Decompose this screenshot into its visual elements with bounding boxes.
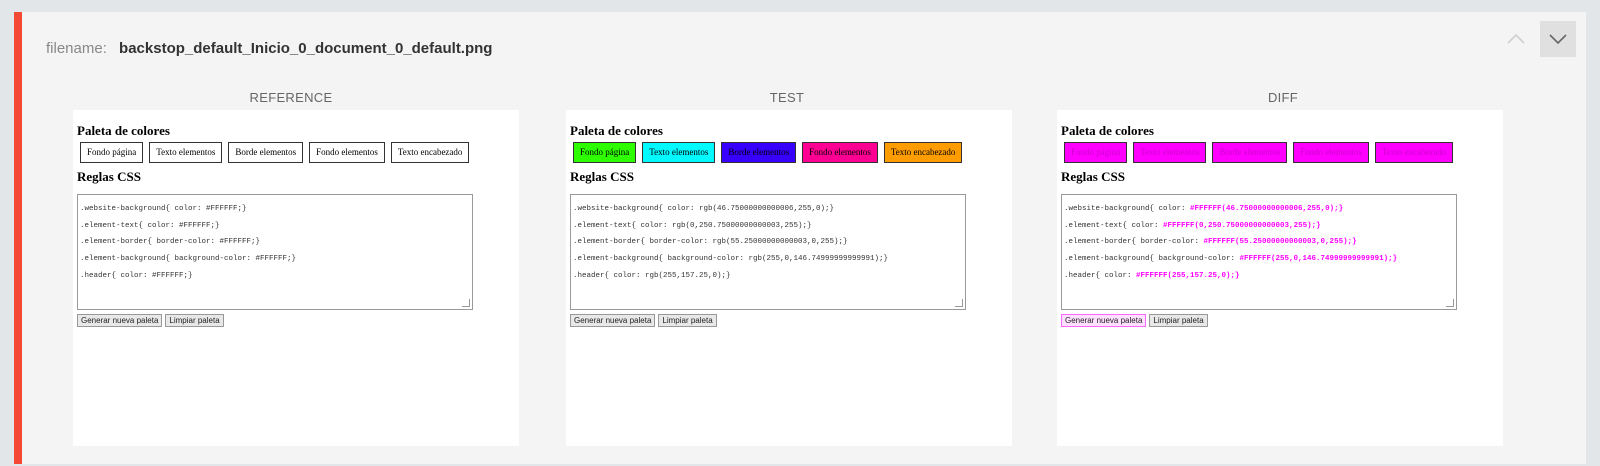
color-swatch: Texto elementos bbox=[149, 142, 223, 163]
paleta-heading: Paleta de colores bbox=[1061, 123, 1154, 138]
clear-palette-button: Limpiar paleta bbox=[1149, 314, 1208, 327]
expand-button[interactable] bbox=[1540, 21, 1576, 57]
filename-label: filename: bbox=[46, 40, 107, 57]
clear-palette-button: Limpiar paleta bbox=[658, 314, 717, 327]
column-title-reference: REFERENCE bbox=[249, 90, 333, 105]
css-rule-line: .element-background{ background-color: r… bbox=[573, 255, 889, 264]
chevron-up-icon bbox=[1507, 33, 1525, 44]
css-rule-line: .element-border{ border-color: #FFFFFF;} bbox=[80, 238, 261, 247]
clear-palette-button: Limpiar paleta bbox=[165, 314, 224, 327]
css-rules-textarea: .website-background{ color: rgb(46.75000… bbox=[570, 194, 966, 310]
reglas-heading: Reglas CSS bbox=[1061, 169, 1125, 184]
color-swatch: Fondo elementos bbox=[309, 142, 385, 163]
css-rule-line: .website-background{ color: #FFFFFF(46.7… bbox=[1064, 205, 1344, 213]
color-swatch: Fondo página bbox=[1064, 142, 1128, 163]
color-swatches: Fondo página Texto elementos Borde element… bbox=[1064, 142, 1454, 163]
css-rule-line: .element-border{ border-color: rgb(55.25… bbox=[573, 238, 848, 247]
css-rule-line: .header{ color: rgb(255,157.25,0);} bbox=[573, 271, 731, 280]
css-rule-line: .element-border{ border-color: #FFFFFF(5… bbox=[1064, 238, 1357, 247]
css-rule-line: .element-text{ color: #FFFFFF(0,250.7500… bbox=[1064, 221, 1321, 230]
color-swatch: Fondo elementos bbox=[1293, 142, 1369, 163]
scenario-card: filename: backstop_default_Inicio_0_docu… bbox=[14, 12, 1586, 464]
css-rule-line: .element-background{ background-color: #… bbox=[1064, 255, 1398, 264]
filename-value: backstop_default_Inicio_0_document_0_def… bbox=[119, 40, 493, 57]
color-swatch: Texto elementos bbox=[642, 142, 716, 163]
resize-grip-icon bbox=[462, 299, 470, 307]
color-swatch: Fondo elementos bbox=[802, 142, 878, 163]
column-title-test: TEST bbox=[769, 90, 805, 105]
color-swatch: Fondo página bbox=[573, 142, 637, 163]
chevron-down-icon bbox=[1549, 34, 1567, 45]
reference-image[interactable]: Paleta de colores Fondo página Texto eleme… bbox=[73, 110, 519, 446]
resize-grip-icon bbox=[1446, 299, 1454, 307]
color-swatch: Borde elementos bbox=[721, 142, 797, 163]
css-rule-line: .element-text{ color: rgb(0,250.75000000… bbox=[573, 221, 812, 230]
resize-grip-icon bbox=[955, 299, 963, 307]
color-swatch: Texto encabezado bbox=[883, 142, 963, 163]
color-swatch: Texto elementos bbox=[1133, 142, 1207, 163]
css-rules-textarea: .website-background{ color: #FFFFFF;} .el… bbox=[77, 194, 473, 310]
collapse-button[interactable] bbox=[1498, 21, 1534, 57]
css-rule-line: .element-background{ background-color: #… bbox=[80, 255, 297, 264]
color-swatch: Texto encabezado bbox=[390, 142, 470, 163]
color-swatch: Borde elementos bbox=[1212, 142, 1288, 163]
paleta-heading: Paleta de colores bbox=[77, 123, 170, 138]
reglas-heading: Reglas CSS bbox=[77, 169, 141, 184]
generate-palette-button: Generar nueva paleta bbox=[570, 314, 656, 327]
status-bar-failed bbox=[14, 12, 22, 464]
action-buttons: Generar nueva paleta Limpiar paleta bbox=[570, 314, 717, 327]
paleta-heading: Paleta de colores bbox=[570, 123, 663, 138]
test-image[interactable]: Paleta de colores Fondo página Texto eleme… bbox=[566, 110, 1012, 446]
column-title-diff: DIFF bbox=[1267, 90, 1299, 105]
css-rule-line: .website-background{ color: rgb(46.75000… bbox=[573, 205, 835, 213]
css-rule-line: .element-text{ color: #FFFFFF;} bbox=[80, 221, 220, 230]
css-rule-line: .header{ color: #FFFFFF;} bbox=[80, 271, 193, 280]
generate-palette-button: Generar nueva paleta bbox=[1061, 314, 1147, 327]
css-rule-line: .header{ color: #FFFFFF(255,157.25,0);} bbox=[1064, 271, 1240, 280]
color-swatch: Borde elementos bbox=[228, 142, 304, 163]
action-buttons: Generar nueva paleta Limpiar paleta bbox=[77, 314, 224, 327]
color-swatch: Texto encabezado bbox=[1374, 142, 1454, 163]
generate-palette-button: Generar nueva paleta bbox=[77, 314, 163, 327]
color-swatches: Fondo página Texto elementos Borde element… bbox=[80, 142, 470, 163]
css-rule-line: .website-background{ color: #FFFFFF;} bbox=[80, 205, 247, 213]
color-swatch: Fondo página bbox=[80, 142, 144, 163]
reglas-heading: Reglas CSS bbox=[570, 169, 634, 184]
action-buttons: Generar nueva paleta Limpiar paleta bbox=[1061, 314, 1208, 327]
filename-row: filename: backstop_default_Inicio_0_docu… bbox=[46, 40, 492, 57]
color-swatches: Fondo página Texto elementos Borde element… bbox=[573, 142, 963, 163]
diff-image[interactable]: Paleta de colores Fondo página Texto eleme… bbox=[1057, 110, 1503, 446]
css-rules-textarea: .website-background{ color: #FFFFFF(46.7… bbox=[1061, 194, 1457, 310]
